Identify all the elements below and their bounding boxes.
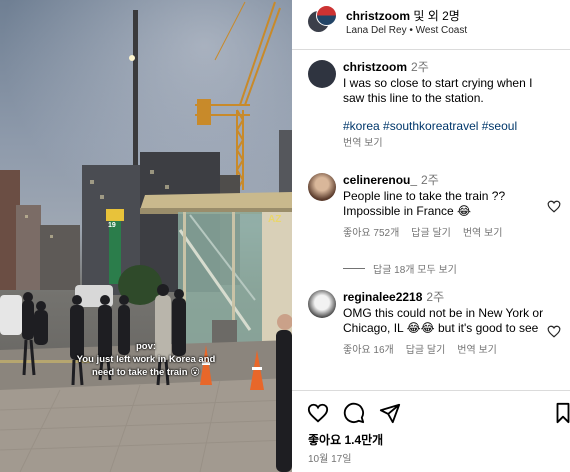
save-icon[interactable] xyxy=(555,402,570,424)
like-icon[interactable] xyxy=(307,402,329,424)
caption-time[interactable]: 2주 xyxy=(411,60,429,74)
heart-icon[interactable] xyxy=(547,325,561,338)
post-video[interactable]: 19 AZ pov: You just left work in Korea a… xyxy=(0,0,292,472)
post-caption: christzoom 2주 I was so close to start cry… xyxy=(292,60,570,160)
subway-sign-number: 19 xyxy=(108,222,116,229)
caption-text: I was so close to start crying when I sa… xyxy=(343,75,533,106)
collaborators-link[interactable]: 및 외 2명 xyxy=(413,9,459,23)
avatar[interactable] xyxy=(308,290,336,318)
divider xyxy=(343,268,365,269)
comment-text: OMG this could not be in New York or Chi… xyxy=(343,305,544,336)
comment-username[interactable]: celinerenou_ xyxy=(343,173,417,187)
overlay-line: You just left work in Korea and xyxy=(76,354,216,365)
comment-item: reginalee2218 2주 OMG this could not be in… xyxy=(292,290,570,390)
post-date[interactable]: 10월 17일 xyxy=(308,450,351,465)
audio-location[interactable]: Lana Del Rey • West Coast xyxy=(346,25,467,36)
view-replies[interactable]: 답글 18개 모두 보기 xyxy=(343,261,457,276)
overlay-line: need to take the train 😮 xyxy=(91,367,201,378)
header-username[interactable]: christzoom 및 외 2명 xyxy=(346,7,460,24)
comment-time[interactable]: 2주 xyxy=(426,290,444,304)
post-panel: christzoom 및 외 2명 Lana Del Rey • West Co… xyxy=(292,0,570,472)
translate-link[interactable]: 번역 보기 xyxy=(463,226,503,242)
username-link[interactable]: christzoom xyxy=(346,9,410,23)
translate-link[interactable]: 번역 보기 xyxy=(457,343,497,359)
comment-item: celinerenou_ 2주 People line to take the t… xyxy=(292,173,570,273)
caption-username[interactable]: christzoom xyxy=(343,60,407,74)
caption-hashtags[interactable]: #korea #southkoreatravel #seoul xyxy=(343,119,548,135)
share-icon[interactable] xyxy=(379,402,401,424)
comment-username[interactable]: reginalee2218 xyxy=(343,290,422,304)
likes-count[interactable]: 좋아요 1.4만개 xyxy=(308,431,383,448)
avatar[interactable] xyxy=(308,60,336,88)
comment-time[interactable]: 2주 xyxy=(421,173,439,187)
comment-icon[interactable] xyxy=(343,402,365,424)
heart-icon[interactable] xyxy=(547,200,561,213)
comment-body: reginalee2218 2주 OMG this could not be in… xyxy=(343,290,548,358)
overlay-line: pov: xyxy=(135,341,157,352)
avatar[interactable] xyxy=(308,173,336,201)
comment-likes[interactable]: 좋아요 16개 xyxy=(343,343,394,359)
street-scene xyxy=(0,1,292,472)
comment-text: People line to take the train ?? Impossi… xyxy=(343,188,506,219)
caption-body: christzoom 2주 I was so close to start cry… xyxy=(343,60,548,152)
reply-button[interactable]: 답글 달기 xyxy=(406,343,446,359)
view-replies-label[interactable]: 답글 18개 모두 보기 xyxy=(373,261,457,276)
comment-likes[interactable]: 좋아요 752개 xyxy=(343,226,399,242)
video-caption-overlay: pov: You just left work in Korea and nee… xyxy=(46,340,246,379)
avatar[interactable] xyxy=(316,5,337,26)
action-bar: 좋아요 1.4만개 10월 17일 xyxy=(292,390,570,472)
post-header: christzoom 및 외 2명 Lana Del Rey • West Co… xyxy=(292,0,570,50)
reply-button[interactable]: 답글 달기 xyxy=(411,226,451,242)
translate-link[interactable]: 번역 보기 xyxy=(343,136,383,152)
comment-body: celinerenou_ 2주 People line to take the t… xyxy=(343,173,548,241)
station-sign: AZ xyxy=(268,214,282,225)
